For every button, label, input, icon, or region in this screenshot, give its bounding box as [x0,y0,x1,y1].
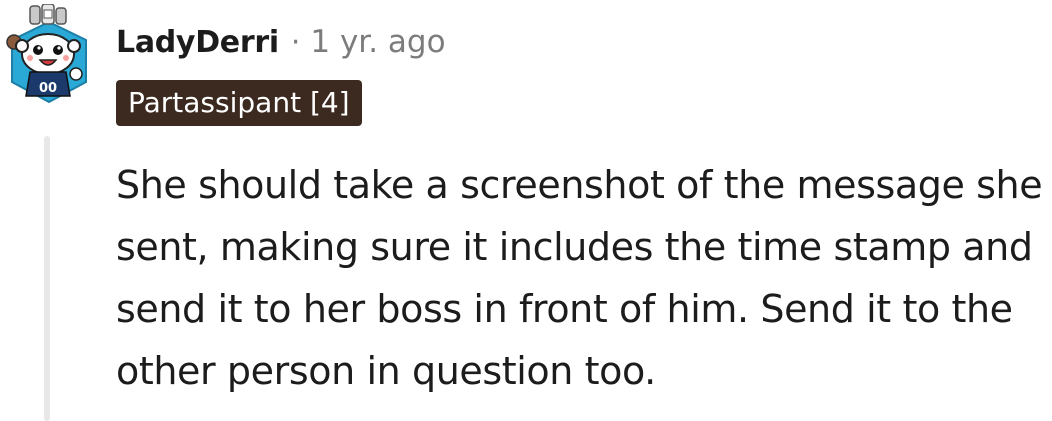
comment: 00 LadyDerri · 1 yr. ago Partassipant [4… [0,0,1052,421]
username-link[interactable]: LadyDerri [116,25,279,60]
comment-meta: LadyDerri · 1 yr. ago [116,18,446,66]
user-avatar[interactable]: 00 [6,3,92,104]
meta-separator: · [290,24,301,60]
jersey-number: 00 [39,81,57,96]
comment-body: She should take a screenshot of the mess… [116,163,1043,393]
user-flair: Partassipant [4] [116,80,362,126]
snoo-avatar-icon: 00 [6,3,87,104]
thread-line[interactable] [44,136,50,421]
timestamp-link[interactable]: 1 yr. ago [310,24,445,60]
